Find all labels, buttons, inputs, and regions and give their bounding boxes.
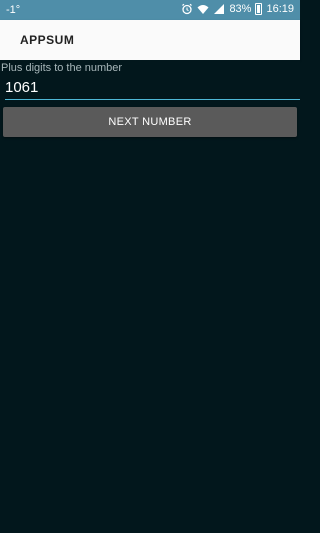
temperature-text: -1° — [6, 4, 21, 16]
wifi-icon — [197, 3, 209, 15]
app-bar: APPSUM — [0, 20, 300, 60]
number-field-label: Plus digits to the number — [1, 62, 123, 74]
next-number-button[interactable]: NEXT NUMBER — [3, 107, 297, 137]
battery-percent-text: 83% — [229, 3, 252, 15]
battery-icon — [255, 3, 263, 15]
alarm-icon — [181, 3, 193, 15]
signal-icon — [213, 3, 225, 15]
main-content: Plus digits to the number NEXT NUMBER — [0, 60, 300, 533]
app-title: APPSUM — [20, 33, 75, 47]
clock-text: 16:19 — [266, 3, 294, 15]
status-bar: -1° 83% 16:19 — [0, 0, 300, 20]
number-input[interactable] — [5, 76, 300, 100]
status-icons: 83% 16:19 — [181, 3, 294, 15]
